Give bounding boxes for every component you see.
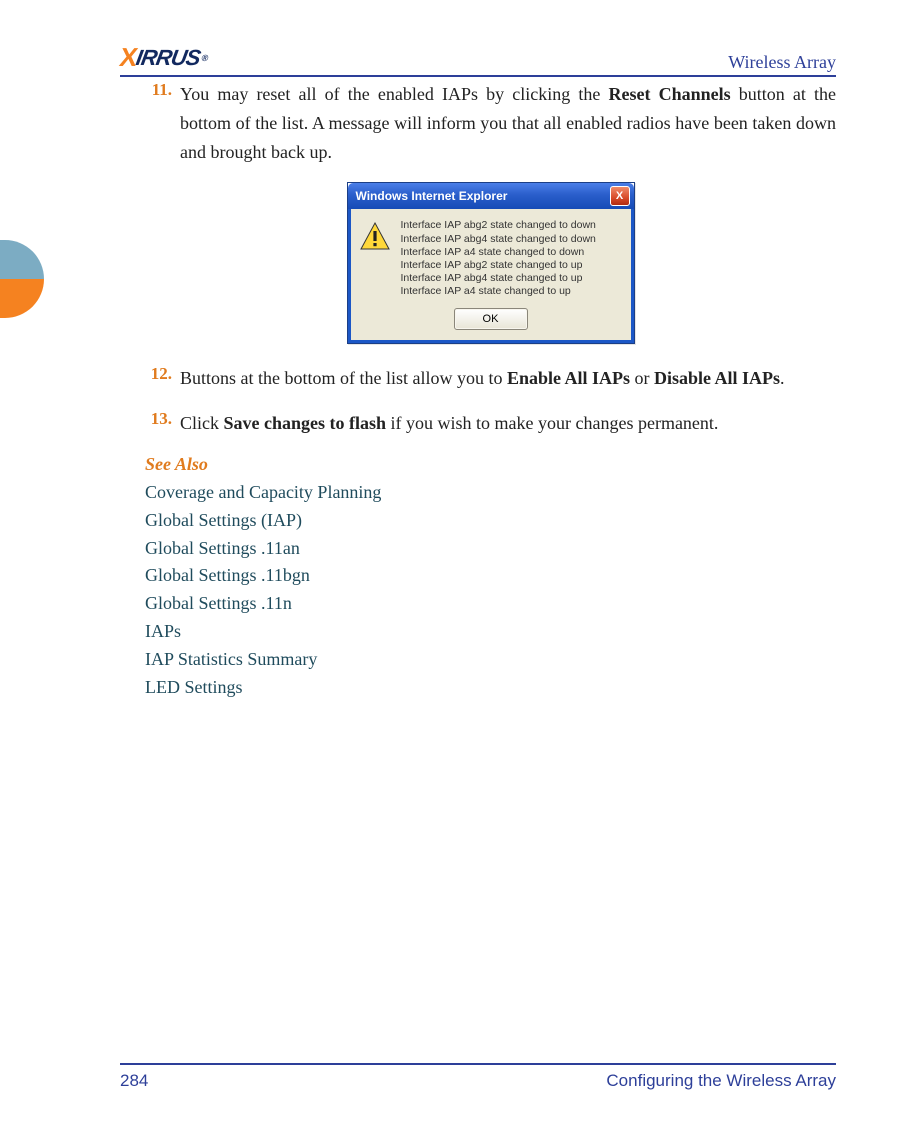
step-11: 11. You may reset all of the enabled IAP… xyxy=(145,80,836,166)
see-also-link[interactable]: Global Settings .11bgn xyxy=(145,565,310,585)
see-also-link[interactable]: Coverage and Capacity Planning xyxy=(145,482,381,502)
page-number: 284 xyxy=(120,1071,148,1091)
dialog-message-line: Interface IAP abg4 state changed to up xyxy=(401,272,596,285)
see-also-link[interactable]: LED Settings xyxy=(145,677,243,697)
close-icon[interactable]: X xyxy=(610,186,630,206)
see-also-link[interactable]: Global Settings (IAP) xyxy=(145,510,302,530)
dialog-message-lines: Interface IAP abg2 state changed to down… xyxy=(401,219,596,298)
brand-logo: X IRRUS® xyxy=(117,42,210,73)
see-also-item: IAP Statistics Summary xyxy=(145,646,836,674)
see-also-link[interactable]: IAPs xyxy=(145,621,181,641)
dialog-window: Windows Internet Explorer X xyxy=(347,182,635,344)
main-content: 11. You may reset all of the enabled IAP… xyxy=(145,80,836,702)
footer-section-title: Configuring the Wireless Array xyxy=(606,1071,836,1091)
dialog-screenshot: Windows Internet Explorer X xyxy=(145,182,836,344)
header-bar: X IRRUS® Wireless Array xyxy=(120,42,836,77)
see-also-heading: See Also xyxy=(145,454,836,475)
see-also-link[interactable]: IAP Statistics Summary xyxy=(145,649,317,669)
section-tab-icon xyxy=(0,240,44,318)
step-12: 12. Buttons at the bottom of the list al… xyxy=(145,364,836,393)
step-number: 13. xyxy=(145,409,180,438)
see-also-item: Global Settings .11n xyxy=(145,590,836,618)
step-body: Buttons at the bottom of the list allow … xyxy=(180,364,836,393)
step-body: You may reset all of the enabled IAPs by… xyxy=(180,80,836,166)
dialog-message-line: Interface IAP abg4 state changed to down xyxy=(401,233,596,246)
footer-bar: 284 Configuring the Wireless Array xyxy=(120,1063,836,1091)
step-number: 11. xyxy=(145,80,180,166)
logo-text: IRRUS xyxy=(134,45,202,71)
step-13: 13. Click Save changes to flash if you w… xyxy=(145,409,836,438)
see-also-list: Coverage and Capacity Planning Global Set… xyxy=(145,479,836,702)
dialog-message-line: Interface IAP a4 state changed to up xyxy=(401,285,596,298)
see-also-item: Global Settings .11bgn xyxy=(145,562,836,590)
see-also-item: Global Settings (IAP) xyxy=(145,507,836,535)
see-also-link[interactable]: Global Settings .11n xyxy=(145,593,292,613)
dialog-message-line: Interface IAP abg2 state changed to up xyxy=(401,259,596,272)
see-also-item: IAPs xyxy=(145,618,836,646)
step-number: 12. xyxy=(145,364,180,393)
see-also-link[interactable]: Global Settings .11an xyxy=(145,538,300,558)
see-also-item: Global Settings .11an xyxy=(145,535,836,563)
dialog-title: Windows Internet Explorer xyxy=(356,189,508,203)
see-also-item: Coverage and Capacity Planning xyxy=(145,479,836,507)
dialog-message-line: Interface IAP a4 state changed to down xyxy=(401,246,596,259)
see-also-item: LED Settings xyxy=(145,674,836,702)
ok-button[interactable]: OK xyxy=(454,308,528,330)
dialog-titlebar: Windows Internet Explorer X xyxy=(348,183,634,209)
warning-icon xyxy=(359,221,391,253)
header-title: Wireless Array xyxy=(728,52,836,73)
step-body: Click Save changes to flash if you wish … xyxy=(180,409,836,438)
dialog-message-line: Interface IAP abg2 state changed to down xyxy=(401,219,596,232)
